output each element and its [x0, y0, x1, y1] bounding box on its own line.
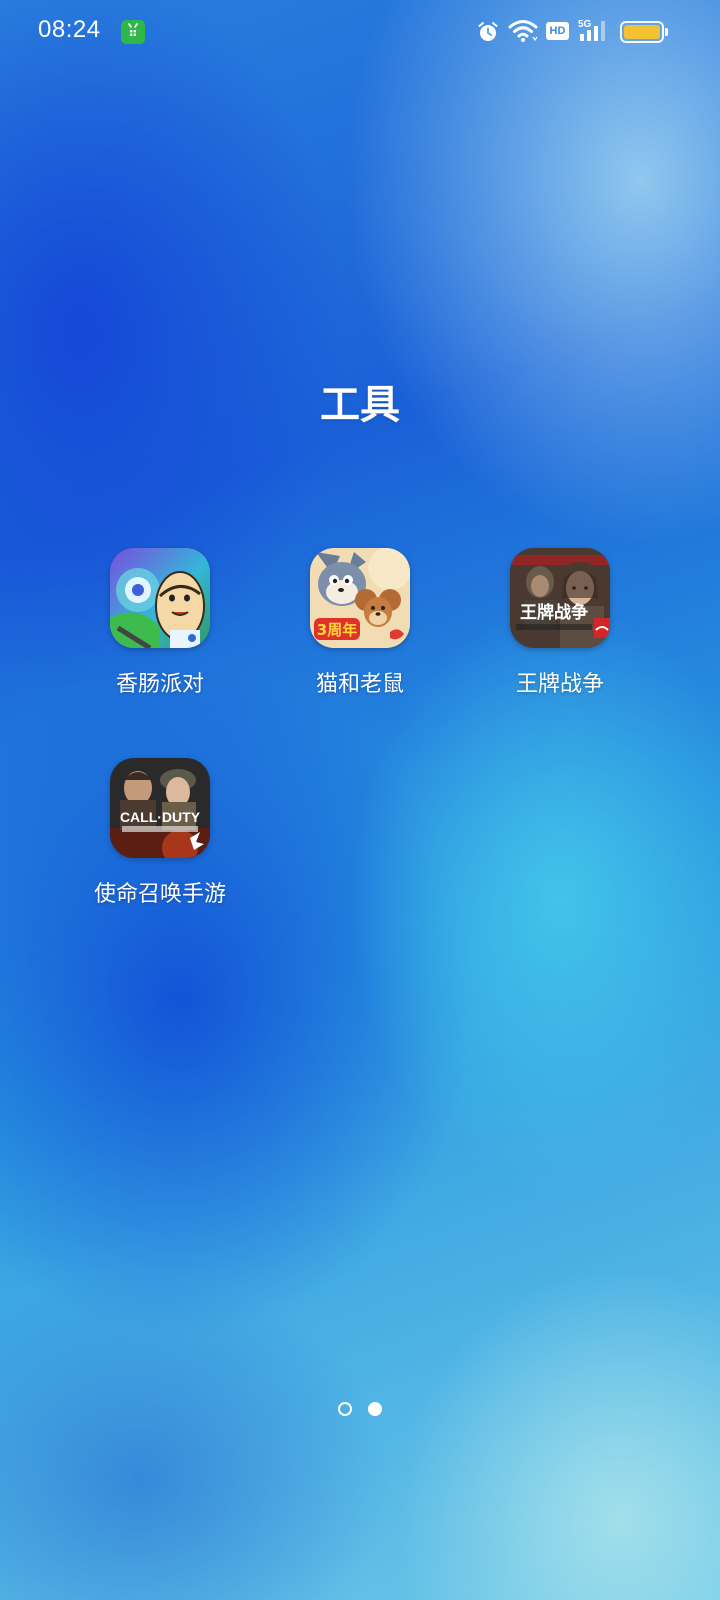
notification-app-icon [121, 20, 145, 44]
app-ace-war[interactable]: 王牌战争 王牌战争 [460, 548, 660, 698]
tom-and-jerry-app-icon[interactable]: 3周年 [310, 548, 410, 648]
network-type-label: 5G [578, 19, 592, 30]
app-sausage-party[interactable]: 香肠派对 [60, 548, 260, 698]
app-label: 使命召唤手游 [93, 882, 226, 907]
ace-war-logo-text: 王牌战争 [520, 602, 588, 623]
app-tom-and-jerry[interactable]: 3周年 猫和老鼠 [260, 548, 460, 698]
app-label: 香肠派对 [115, 672, 204, 697]
call-of-duty-mobile-app-icon[interactable]: CALL·DUTY [110, 758, 210, 858]
sausage-party-app-icon[interactable] [110, 548, 210, 648]
app-label: 猫和老鼠 [315, 672, 404, 697]
folder-title[interactable]: 工具 [0, 372, 720, 430]
cod-logo-text: CALL·DUTY [120, 809, 201, 825]
battery-level [624, 25, 660, 39]
page-dot-1[interactable] [338, 1401, 353, 1416]
wifi-icon [508, 20, 538, 42]
page-indicator[interactable] [0, 1398, 720, 1417]
alarm-icon [478, 22, 498, 41]
status-bar: 08:24 HD 5G [0, 0, 720, 64]
hd-icon: HD [546, 22, 569, 40]
app-label: 王牌战争 [515, 672, 604, 697]
signal-5g-icon: 5G [578, 19, 605, 41]
battery-tip [665, 28, 668, 36]
page-dot-2-active[interactable] [367, 1401, 382, 1416]
status-time: 08:24 [38, 16, 101, 43]
ace-war-app-icon[interactable]: 王牌战争 [510, 548, 610, 648]
app-call-of-duty-mobile[interactable]: CALL·DUTY 使命召唤手游 [60, 758, 260, 908]
battery-icon [620, 21, 664, 43]
anniversary-badge: 3周年 [317, 621, 357, 639]
